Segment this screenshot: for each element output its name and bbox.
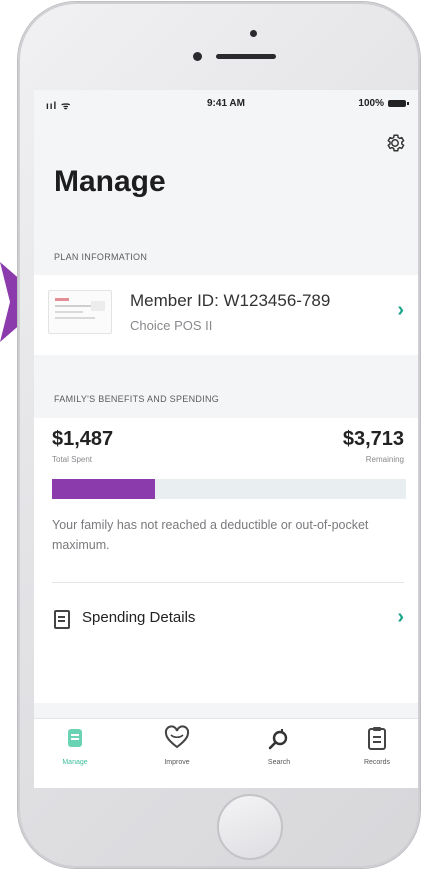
tab-label: Manage xyxy=(62,759,88,766)
tab-bar: Manage Improve Search Records xyxy=(34,718,418,788)
tab-label: Search xyxy=(267,759,291,766)
status-bar: ııl ᯤ 9:41 AM 100% xyxy=(34,90,418,116)
tab-improve[interactable]: Improve xyxy=(142,725,212,766)
total-spent-amount: $1,487 xyxy=(52,428,114,450)
divider xyxy=(52,582,404,583)
battery-percent: 100% xyxy=(358,98,384,109)
remaining-amount: $3,713 xyxy=(342,428,404,450)
page-title: Manage xyxy=(54,165,166,198)
deductible-note: Your family has not reached a deductible… xyxy=(52,518,369,552)
spending-details-label: Spending Details xyxy=(82,609,196,626)
earpiece-speaker xyxy=(216,54,276,59)
tab-label: Improve xyxy=(164,759,190,766)
tab-label: Records xyxy=(363,759,391,766)
heart-icon xyxy=(164,725,190,749)
search-icon xyxy=(268,729,288,750)
front-sensor xyxy=(250,30,257,37)
document-icon xyxy=(54,610,70,629)
manage-icon xyxy=(68,729,82,747)
tab-records[interactable]: Records xyxy=(342,725,412,766)
spending-progress-fill xyxy=(52,479,155,499)
tab-manage[interactable]: Manage xyxy=(40,725,110,766)
battery-indicator: 100% xyxy=(358,98,409,109)
front-camera xyxy=(193,52,202,61)
benefits-header: FAMILY'S BENEFITS AND SPENDING xyxy=(54,394,220,404)
battery-icon xyxy=(388,100,409,107)
tab-search[interactable]: Search xyxy=(244,725,314,766)
plan-information-card[interactable]: Member ID: W123456-789 Choice POS II › xyxy=(34,275,418,355)
spending-progress-bar xyxy=(52,479,406,499)
clipboard-icon xyxy=(368,727,386,750)
member-id: Member ID: W123456-789 xyxy=(130,291,331,310)
chevron-right-icon: › xyxy=(397,606,404,628)
plan-name: Choice POS II xyxy=(130,318,213,333)
total-spent-label: Total Spent xyxy=(52,455,93,464)
benefits-card: $1,487 Total Spent $3,713 Remaining Your… xyxy=(34,418,418,703)
home-button[interactable] xyxy=(217,794,283,860)
spending-details-row[interactable]: Spending Details › xyxy=(34,588,418,648)
gear-icon[interactable] xyxy=(384,132,406,154)
remaining-label: Remaining xyxy=(365,455,404,464)
insurance-card-thumbnail xyxy=(48,290,112,334)
chevron-right-icon: › xyxy=(397,299,404,321)
app-screen: ııl ᯤ 9:41 AM 100% Manage PLAN INFORMATI… xyxy=(34,90,418,788)
plan-information-header: PLAN INFORMATION xyxy=(54,252,148,262)
